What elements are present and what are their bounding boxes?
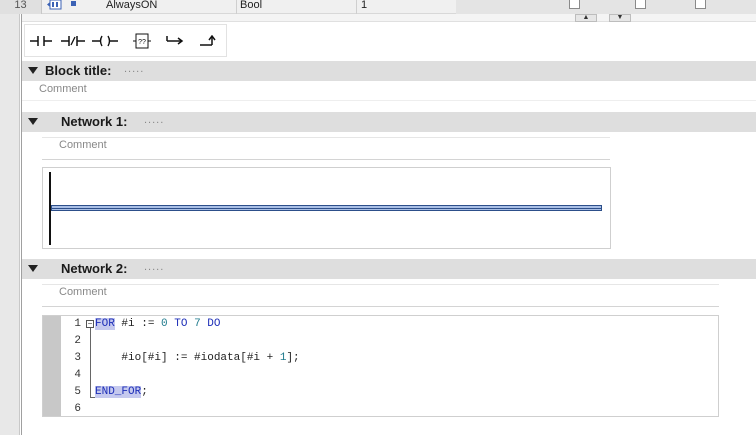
retain-checkbox[interactable] [569, 0, 580, 9]
collapse-triangle-icon[interactable] [28, 67, 38, 74]
block-title-label: Block title: [45, 63, 112, 78]
scroll-down-icon[interactable]: ▼ [609, 14, 631, 22]
network-2-label: Network 2: [61, 261, 128, 276]
accessible-checkbox[interactable] [635, 0, 646, 9]
network-1-ladder-area[interactable] [42, 167, 611, 249]
collapse-triangle-icon[interactable] [28, 118, 38, 125]
scl-code-editor[interactable]: 1 2 3 4 5 6 − FOR #i := 0 TO 7 DO #io[#i… [42, 315, 719, 417]
network-1-comment-divider [42, 159, 610, 160]
row-number: 13 [0, 0, 42, 14]
tag-data-type[interactable]: Bool [240, 0, 262, 14]
table-scroll-area[interactable]: ▲ ▼ [22, 14, 756, 22]
visible-checkbox[interactable] [695, 0, 706, 9]
network-1-header[interactable]: Network 1: ..... [22, 112, 756, 132]
tag-start-value[interactable]: 1 [361, 0, 367, 14]
code-line-3[interactable]: #io[#i] := #iodata[#i + 1]; [95, 352, 300, 364]
keyword-do: DO [207, 318, 221, 330]
program-editor: 13 AlwaysON Bool 1 ▲ ▼ ?? Block title: .… [0, 0, 756, 435]
block-title-header[interactable]: Block title: ..... [22, 61, 756, 81]
tag-icon [47, 0, 63, 10]
code-text: #io[#i] := #iodata[#i + [95, 352, 280, 364]
keyword-for: FOR [95, 318, 115, 330]
code-text: ; [141, 386, 148, 398]
line-number: 4 [74, 369, 81, 381]
tag-name[interactable]: AlwaysON [106, 0, 157, 14]
collapse-triangle-icon[interactable] [28, 265, 38, 272]
code-number: 0 [161, 318, 168, 330]
code-line-1[interactable]: FOR #i := 0 TO 7 DO [95, 318, 220, 330]
output-coil-icon[interactable] [92, 29, 118, 53]
data-type-marker-icon [71, 1, 76, 6]
keyword-end-for: END_FOR [95, 386, 142, 398]
block-title-value[interactable]: ..... [124, 63, 144, 75]
code-number: 7 [194, 318, 201, 330]
code-text: ]; [286, 352, 300, 364]
line-number: 6 [74, 403, 81, 415]
network-2-comment-divider [42, 306, 719, 307]
editor-left-margin [0, 0, 20, 435]
code-line-5[interactable]: END_FOR; [95, 386, 148, 398]
svg-text:??: ?? [138, 39, 146, 46]
line-number: 3 [74, 352, 81, 364]
network-2-header[interactable]: Network 2: ..... [22, 259, 756, 279]
variable-table-row[interactable]: 13 AlwaysON Bool 1 [0, 0, 756, 14]
keyword-to: TO [174, 318, 188, 330]
normally-closed-contact-icon[interactable] [60, 29, 86, 53]
normally-open-contact-icon[interactable] [28, 29, 54, 53]
fold-guide [90, 328, 91, 398]
ladder-toolbar: ?? [24, 24, 227, 57]
network-1-label: Network 1: [61, 114, 128, 129]
block-comment[interactable]: Comment [39, 83, 87, 95]
row-options-area [456, 0, 756, 14]
empty-box-icon[interactable]: ?? [129, 29, 155, 53]
fold-collapse-icon[interactable]: − [86, 320, 94, 328]
network-2-comment-top-divider [42, 284, 719, 285]
network-1-title[interactable]: ..... [144, 114, 164, 126]
open-branch-icon[interactable] [162, 29, 188, 53]
line-number: 1 [74, 318, 81, 330]
code-text: #i := [114, 318, 162, 330]
line-number: 5 [74, 386, 81, 398]
editor-gutter [43, 316, 61, 416]
line-number: 2 [74, 335, 81, 347]
close-branch-icon[interactable] [195, 29, 221, 53]
network-1-comment[interactable]: Comment [59, 139, 107, 151]
network-1-comment-top-divider [42, 137, 610, 138]
selected-rung[interactable] [51, 205, 602, 211]
scroll-up-icon[interactable]: ▲ [575, 14, 597, 22]
network-2-title[interactable]: ..... [144, 261, 164, 273]
network-2-comment[interactable]: Comment [59, 286, 107, 298]
block-comment-divider [22, 100, 756, 101]
